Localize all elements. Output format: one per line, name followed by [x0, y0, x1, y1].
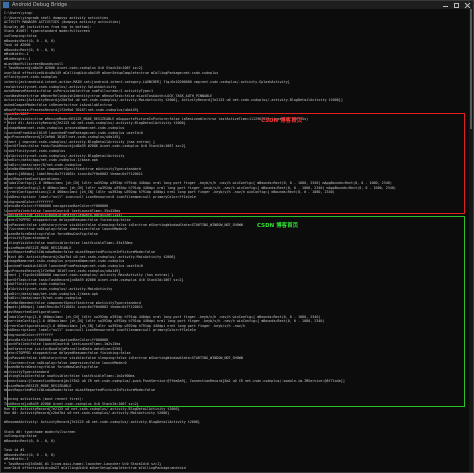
console-line: Activities=[ActivityRecord{c2bd7b4 u0 ne…: [4, 98, 343, 103]
console-line: Stack #0: type=home mode=fullscreen: [4, 429, 76, 434]
console-line: realActivity=net.csdn.csdnplus/.activity…: [4, 84, 117, 89]
console-line: Stack #1067: type=standard mode=fullscre…: [4, 29, 90, 34]
console-line: C:\Users\ying>adb shell dumpsys activity…: [4, 15, 109, 20]
console-line: mLastNonFullscreenBounds=null: [4, 61, 64, 66]
console-line: affinity=net.csdn.csdnplus: [4, 75, 58, 80]
console-line: Task id #2006: [4, 43, 31, 48]
console-line: rootWasReset=true mNeverRelinquishIdenti…: [4, 93, 213, 98]
console-line: C:\Users\ying>: [4, 11, 33, 15]
console-line: Run #1: ActivityRecord{7e2125 u0 net.csd…: [4, 406, 180, 411]
console-line: isSleeping=false: [4, 434, 37, 439]
console-line: autoRemoveRecents=false isPersistable=tr…: [4, 89, 154, 94]
maximize-icon[interactable]: [454, 2, 459, 8]
console-line: mRootProcess=ProcessRecord{1f2e9b0 30167…: [4, 107, 139, 112]
console-line: Task id #1: [4, 448, 25, 452]
console-line: Display #0 (activities from top to botto…: [4, 24, 92, 29]
red-highlight-box: [7, 113, 465, 214]
console-line: mBounds=Rect(0, 0 - 0, 0): [4, 438, 56, 443]
vertical-scrollbar[interactable]: [469, 9, 473, 472]
console-line: mBounds=Rect(0, 0 - 0, 0): [4, 47, 56, 52]
window-title: Android Debug Bridge: [12, 2, 68, 8]
close-icon[interactable]: [465, 3, 470, 8]
console-line: Run #0: ActivityRecord{c2bd7b4 u0 net.cs…: [4, 411, 170, 416]
console-line: * TaskRecord{cd8a39 #2006 A=net.csdn.csd…: [4, 66, 143, 71]
console-line: userId=0 effectiveUid=u0a27 mCallingUid=…: [4, 466, 186, 471]
minimize-icon[interactable]: [443, 3, 448, 8]
console-line: mMinWidth=-1: [4, 52, 29, 57]
console-line: mResumedActivity: ActivityRecord{7e2125 …: [4, 420, 200, 425]
console-line: userId=0 effectiveUid=u0a149 mCallingUid…: [4, 70, 219, 75]
console-line: ACTIVITY MANAGER ACTIVITIES (dumpsys act…: [4, 20, 121, 25]
red-annotation-label: CSDN 博客首页: [261, 118, 303, 124]
console-line: mBounds=Rect(0, 0 - 0, 0): [4, 452, 56, 457]
console-line: * TaskRecord{5d3a01 #1 I=com.miui.home/.…: [4, 461, 162, 466]
title-bar[interactable]: Android Debug Bridge: [1, 1, 473, 9]
console-line: mMinHeight=-1: [4, 57, 31, 61]
green-annotation-label: CSDN 博客首页: [257, 223, 299, 229]
console-line: mBounds=Rect(0, 0 - 0, 0): [4, 38, 56, 43]
console-window: Android Debug Bridge C:\Users\ying> C:\Us…: [0, 0, 474, 473]
console-line: intent={act=android.intent.action.MAIN c…: [4, 80, 290, 84]
console-app-icon: [3, 2, 9, 8]
console-line: askedCompatMode=false inRecents=true isA…: [4, 103, 113, 107]
scroll-thumb[interactable]: [470, 9, 472, 129]
console-line: mMinWidth=-1: [4, 457, 29, 462]
green-highlight-box: [7, 216, 465, 407]
console-line: isSleeping=false: [4, 34, 37, 38]
window-controls: [443, 1, 470, 9]
